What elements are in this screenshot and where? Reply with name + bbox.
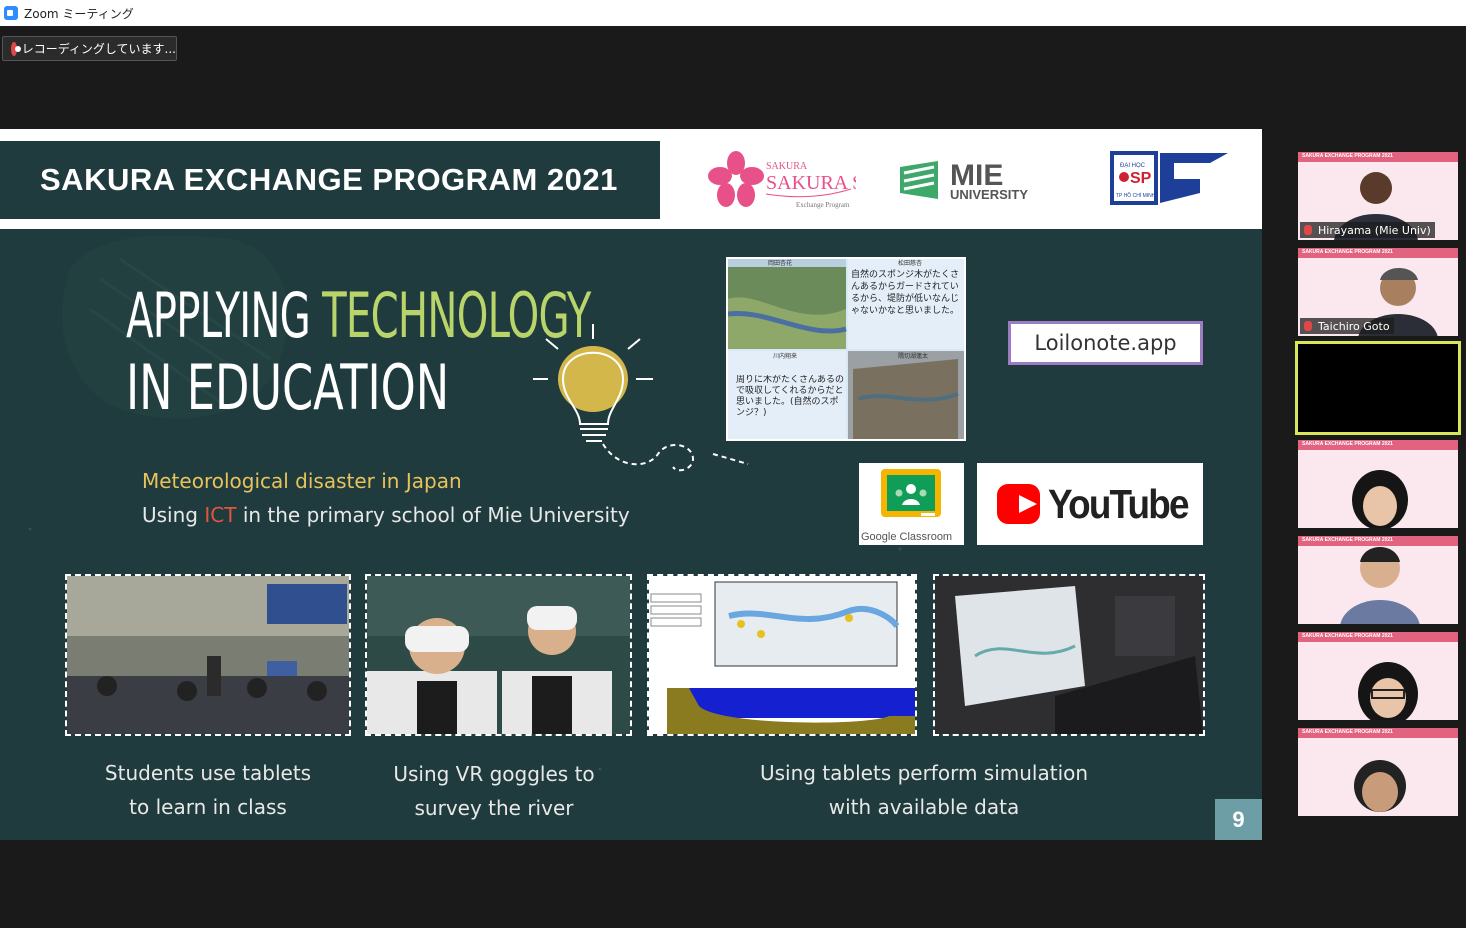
sp-logo-bottom: TP HỒ CHÍ MINH — [1116, 192, 1156, 199]
photo-simulation-map — [647, 574, 917, 736]
participant-name-2: Taichiro Goto — [1318, 319, 1390, 333]
slide-subtitle-2: Using ICT in the primary school of Mie U… — [142, 503, 630, 527]
participant-video-6 — [1358, 662, 1418, 720]
caption-2-line1: Using VR goggles to — [393, 762, 595, 786]
participant-video-5 — [1340, 547, 1420, 624]
photo-laptop-simulation — [933, 574, 1205, 736]
sakura-logo-text-small: SAKURA — [766, 161, 808, 172]
sp-logo-top: ĐẠI HỌC — [1120, 163, 1146, 169]
youtube-logo: YouTube — [977, 463, 1203, 545]
caption-3-line1: Using tablets perform simulation — [759, 761, 1089, 785]
participant-tile-6[interactable]: SAKURA EXCHANGE PROGRAM 2021 — [1298, 632, 1458, 720]
loilonote-label-box: Loilonote.app — [1008, 321, 1203, 365]
sakura-science-logo: SAKURA SAKURA SCIENCE Exchange Program — [708, 151, 856, 209]
shared-screen-slide: SAKURA EXCHANGE PROGRAM 2021 SAKURA SAKU… — [0, 129, 1262, 840]
subtitle2-suffix: in the primary school of Mie University — [242, 503, 630, 527]
zoom-app-icon — [4, 6, 18, 20]
youtube-play-icon — [997, 484, 1040, 524]
participant-video-4 — [1352, 470, 1408, 528]
slide-header-band: SAKURA EXCHANGE PROGRAM 2021 — [0, 141, 660, 219]
caption-2-line2: survey the river — [414, 796, 574, 820]
participant-tile-2[interactable]: SAKURA EXCHANGE PROGRAM 2021 Taichiro Go… — [1298, 248, 1458, 336]
participant-video-7 — [1354, 760, 1406, 812]
subtitle2-ict: ICT — [204, 503, 237, 527]
loilo-name-bl: 川内翔来 — [773, 352, 797, 360]
caption-1-line2: to learn in class — [129, 795, 287, 819]
loilo-name-tr: 松田慈杏 — [898, 259, 922, 267]
caption-1: Students use tablets to learn in class — [65, 756, 351, 824]
loilo-name-br: 隅切湖蓮太 — [898, 352, 928, 360]
program-title: SAKURA EXCHANGE PROGRAM 2021 — [40, 162, 618, 197]
vr-photo-drawing — [367, 576, 630, 734]
caption-3: Using tablets perform simulation with av… — [750, 756, 1098, 824]
slide-title-line2: IN EDUCATION — [126, 351, 450, 424]
participant-tile-5[interactable]: SAKURA EXCHANGE PROGRAM 2021 — [1298, 536, 1458, 624]
youtube-wordmark: YouTube — [1047, 480, 1190, 527]
sakura-logo-subtext: Exchange Program — [796, 201, 850, 209]
loilo-text-bl: 周りに木がたくさんあるので吸収してくれるからだと思いました。(自然のスポンジ？) — [736, 375, 844, 418]
recording-cloud-icon — [11, 41, 21, 56]
recording-indicator[interactable]: レコーディングしています... — [2, 36, 177, 61]
lightbulb-doodle-icon — [533, 324, 749, 472]
participant-name-tag-1: Hirayama (Mie Univ) — [1300, 222, 1435, 238]
loilonote-label: Loilonote.app — [1034, 331, 1177, 355]
sp-logo-text: SP — [1130, 170, 1152, 187]
photo-vr-goggles — [365, 574, 632, 736]
loilonote-screenshot: 岡田杏花 松田慈杏 自然のスポンジ木がたくさんあるからガードされているから、堤防… — [726, 257, 966, 441]
google-classroom-caption: Google Classroom — [861, 531, 953, 543]
caption-1-line1: Students use tablets — [104, 761, 312, 785]
window-titlebar: Zoom ミーティング — [0, 0, 1466, 26]
google-classroom-logo: Google Classroom — [859, 463, 964, 545]
laptop-photo-drawing — [935, 576, 1203, 734]
caption-3-line2: with available data — [828, 795, 1020, 819]
loilo-text-tr: 自然のスポンジ木がたくさんあるからガードされているから、堤防が低いなんじゃないか… — [851, 270, 960, 316]
photo-classroom-tablets — [65, 574, 351, 736]
participant-name-1: Hirayama (Mie Univ) — [1318, 223, 1431, 237]
participant-name-tag-2: Taichiro Goto — [1300, 318, 1394, 334]
meeting-stage: レコーディングしています... SAKURA EXCHANGE PROGRAM … — [0, 26, 1466, 928]
caption-2: Using VR goggles to survey the river — [365, 757, 623, 825]
classroom-photo-drawing — [67, 576, 349, 734]
participant-tile-active-speaker[interactable] — [1295, 341, 1461, 435]
muted-mic-icon — [1304, 225, 1312, 235]
window-title: Zoom ミーティング — [24, 6, 134, 21]
slide-page-number: 9 — [1215, 799, 1262, 840]
participant-tile-1[interactable]: SAKURA EXCHANGE PROGRAM 2021 Hirayama (M… — [1298, 152, 1458, 240]
subtitle2-prefix: Using — [142, 503, 198, 527]
mie-logo-subtext: UNIVERSITY — [950, 187, 1028, 202]
simulation-drawing — [649, 576, 915, 734]
mie-university-logo: MIE UNIVERSITY — [900, 159, 1028, 202]
participant-tile-4[interactable]: SAKURA EXCHANGE PROGRAM 2021 — [1298, 440, 1458, 528]
recording-label: レコーディングしています... — [21, 42, 176, 56]
page-number-text: 9 — [1232, 806, 1245, 832]
title-word-applying: APPLYING — [126, 279, 311, 352]
muted-mic-icon — [1304, 321, 1312, 331]
google-classroom-icon — [881, 469, 941, 517]
loilonote-card-grid: 岡田杏花 松田慈杏 自然のスポンジ木がたくさんあるからガードされているから、堤防… — [727, 259, 964, 439]
loilo-name-tl: 岡田杏花 — [768, 259, 792, 267]
sp-hcm-logo: ĐẠI HỌC SP TP HỒ CHÍ MINH — [1110, 151, 1228, 205]
sakura-logo-text: SAKURA SCIENCE — [766, 172, 856, 194]
slide-subtitle-1: Meteorological disaster in Japan — [142, 469, 462, 493]
participant-tile-7[interactable]: SAKURA EXCHANGE PROGRAM 2021 — [1298, 728, 1458, 816]
